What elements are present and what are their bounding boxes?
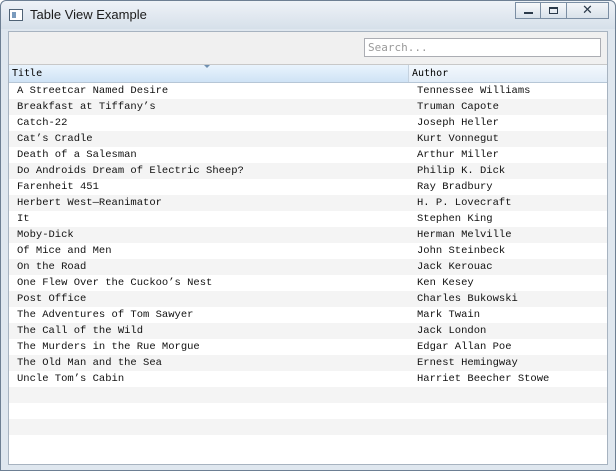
column-header-author[interactable]: Author xyxy=(409,65,607,82)
table-row[interactable]: The Old Man and the Sea Ernest Hemingway xyxy=(9,355,607,371)
table-row[interactable]: Of Mice and Men John Steinbeck xyxy=(9,243,607,259)
table-row[interactable]: Uncle Tom’s Cabin Harriet Beecher Stowe xyxy=(9,371,607,387)
cell-author[interactable]: Tennessee Williams xyxy=(409,83,607,99)
table-header: Title Author xyxy=(9,65,607,83)
column-header-title[interactable]: Title xyxy=(9,65,409,82)
cell-title[interactable]: Cat’s Cradle xyxy=(9,131,409,147)
cell-title[interactable]: Herbert West—Reanimator xyxy=(9,195,409,211)
cell-title[interactable]: The Murders in the Rue Morgue xyxy=(9,339,409,355)
cell-title[interactable]: On the Road xyxy=(9,259,409,275)
column-header-author-label: Author xyxy=(412,68,449,79)
cell-author[interactable]: Harriet Beecher Stowe xyxy=(409,371,607,387)
search-input[interactable] xyxy=(364,38,601,57)
cell-author[interactable]: Edgar Allan Poe xyxy=(409,339,607,355)
table-row[interactable]: The Adventures of Tom Sawyer Mark Twain xyxy=(9,307,607,323)
empty-row xyxy=(9,435,607,451)
table-row[interactable]: It Stephen King xyxy=(9,211,607,227)
empty-row xyxy=(9,419,607,435)
cell-author[interactable]: Ray Bradbury xyxy=(409,179,607,195)
column-header-title-label: Title xyxy=(12,68,43,79)
table-row[interactable]: On the Road Jack Kerouac xyxy=(9,259,607,275)
table-row[interactable]: Do Androids Dream of Electric Sheep? Phil… xyxy=(9,163,607,179)
cell-author[interactable]: Charles Bukowski xyxy=(409,291,607,307)
minimize-icon xyxy=(524,12,533,14)
cell-title[interactable]: The Call of the Wild xyxy=(9,323,409,339)
cell-author[interactable]: John Steinbeck xyxy=(409,243,607,259)
table-body: A Streetcar Named Desire Tennessee Willia… xyxy=(9,83,607,451)
cell-title[interactable]: Uncle Tom’s Cabin xyxy=(9,371,409,387)
cell-title[interactable]: It xyxy=(9,211,409,227)
minimize-button[interactable] xyxy=(515,2,541,19)
cell-author[interactable]: Stephen King xyxy=(409,211,607,227)
cell-title[interactable]: Farenheit 451 xyxy=(9,179,409,195)
table-row[interactable]: A Streetcar Named Desire Tennessee Willia… xyxy=(9,83,607,99)
sort-ascending-icon xyxy=(203,65,211,68)
app-window-icon[interactable] xyxy=(9,9,23,21)
table-row[interactable]: One Flew Over the Cuckoo’s Nest Ken Kesey xyxy=(9,275,607,291)
maximize-button[interactable] xyxy=(541,2,567,19)
table-row[interactable]: Farenheit 451 Ray Bradbury xyxy=(9,179,607,195)
cell-title[interactable]: The Adventures of Tom Sawyer xyxy=(9,307,409,323)
cell-title[interactable]: Of Mice and Men xyxy=(9,243,409,259)
cell-author[interactable]: Truman Capote xyxy=(409,99,607,115)
toolbar xyxy=(9,32,607,65)
book-table[interactable]: Title Author A Streetcar Named Desire Ten… xyxy=(9,65,607,464)
window-title: Table View Example xyxy=(30,7,147,22)
cell-author[interactable]: H. P. Lovecraft xyxy=(409,195,607,211)
table-row[interactable]: Breakfast at Tiffany’s Truman Capote xyxy=(9,99,607,115)
close-button[interactable]: ✕ xyxy=(567,2,609,19)
table-row[interactable]: The Call of the Wild Jack London xyxy=(9,323,607,339)
table-row[interactable]: Cat’s Cradle Kurt Vonnegut xyxy=(9,131,607,147)
app-window: Table View Example ✕ Title xyxy=(0,0,616,471)
empty-row xyxy=(9,387,607,403)
table-row[interactable]: Moby-Dick Herman Melville xyxy=(9,227,607,243)
cell-author[interactable]: Ken Kesey xyxy=(409,275,607,291)
cell-author[interactable]: Arthur Miller xyxy=(409,147,607,163)
table-row[interactable]: Post Office Charles Bukowski xyxy=(9,291,607,307)
table-row[interactable]: Herbert West—Reanimator H. P. Lovecraft xyxy=(9,195,607,211)
empty-row xyxy=(9,403,607,419)
close-icon: ✕ xyxy=(582,3,593,18)
cell-author[interactable]: Ernest Hemingway xyxy=(409,355,607,371)
table-row[interactable]: Catch-22 Joseph Heller xyxy=(9,115,607,131)
table-row[interactable]: The Murders in the Rue Morgue Edgar Allan… xyxy=(9,339,607,355)
cell-title[interactable]: One Flew Over the Cuckoo’s Nest xyxy=(9,275,409,291)
maximize-icon xyxy=(549,7,558,14)
cell-author[interactable]: Jack Kerouac xyxy=(409,259,607,275)
cell-title[interactable]: A Streetcar Named Desire xyxy=(9,83,409,99)
cell-title[interactable]: Do Androids Dream of Electric Sheep? xyxy=(9,163,409,179)
cell-title[interactable]: Moby-Dick xyxy=(9,227,409,243)
cell-title[interactable]: The Old Man and the Sea xyxy=(9,355,409,371)
cell-author[interactable]: Jack London xyxy=(409,323,607,339)
caption-buttons: ✕ xyxy=(515,2,609,20)
cell-title[interactable]: Post Office xyxy=(9,291,409,307)
cell-author[interactable]: Herman Melville xyxy=(409,227,607,243)
cell-title[interactable]: Catch-22 xyxy=(9,115,409,131)
cell-author[interactable]: Mark Twain xyxy=(409,307,607,323)
cell-title[interactable]: Breakfast at Tiffany’s xyxy=(9,99,409,115)
cell-author[interactable]: Philip K. Dick xyxy=(409,163,607,179)
table-row[interactable]: Death of a Salesman Arthur Miller xyxy=(9,147,607,163)
cell-title[interactable]: Death of a Salesman xyxy=(9,147,409,163)
cell-author[interactable]: Kurt Vonnegut xyxy=(409,131,607,147)
title-bar[interactable]: Table View Example ✕ xyxy=(1,1,615,29)
client-area: Title Author A Streetcar Named DesireTen… xyxy=(8,31,608,465)
cell-author[interactable]: Joseph Heller xyxy=(409,115,607,131)
